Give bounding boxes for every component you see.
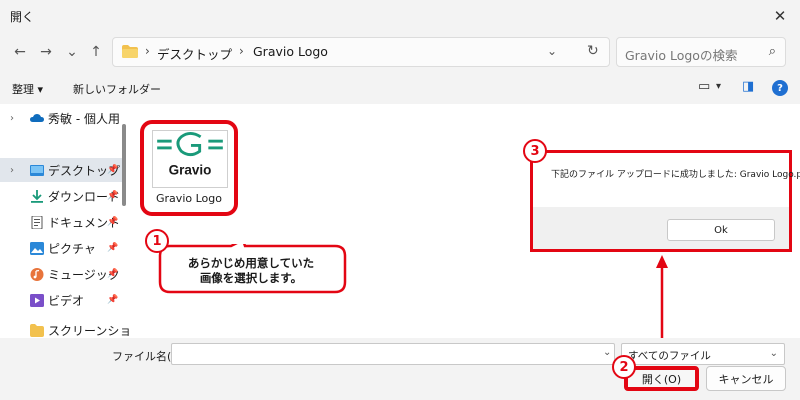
breadcrumb-gravio-logo[interactable]: Gravio Logo [253,44,328,59]
forward-icon[interactable]: → [36,42,56,62]
callout-1: あらかじめ用意していた 画像を選択します。 [155,244,347,294]
cancel-button[interactable]: キャンセル [706,366,786,391]
message-footer: Ok [533,207,789,249]
download-icon [31,189,43,203]
organize-button[interactable]: 整理 ▾ [12,81,43,97]
search-input[interactable]: Gravio Logoの検索 ⌕ [616,37,786,67]
pin-icon: 📌 [107,217,119,227]
folder-icon [122,45,138,58]
callout-1-line-1: あらかじめ用意していた [187,256,315,270]
up-icon[interactable]: ↑ [86,42,106,62]
sidebar-item-desktop[interactable]: › デスクトップ 📌 [0,158,122,182]
search-placeholder: Gravio Logoの検索 [625,48,738,63]
help-icon[interactable]: ? [772,80,788,96]
upload-success-dialog: 下記のファイル アップロードに成功しました: Gravio Logo.png O… [530,150,800,252]
message-text: 下記のファイル アップロードに成功しました: Gravio Logo.png [551,170,800,180]
sidebar-item-music[interactable]: ミュージック 📌 [0,262,122,286]
sidebar-item-downloads[interactable]: ダウンロード 📌 [0,184,122,208]
sidebar-item-videos[interactable]: ビデオ 📌 [0,288,122,312]
sidebar-item-label: 秀敏 - 個人用 [48,111,120,126]
callout-1-line-2: 画像を選択します。 [199,271,303,285]
gravio-logo-image: Gravio [157,131,223,177]
preview-pane-icon[interactable]: ◨ [742,79,754,94]
filetype-value: すべてのファイル [628,350,711,362]
sidebar-item-documents[interactable]: ドキュメント 📌 [0,210,122,234]
ok-button[interactable]: Ok [667,219,775,241]
chevron-right-icon[interactable]: › [10,113,14,124]
filename-input[interactable] [171,343,615,365]
callout-1-text: あらかじめ用意していた 画像を選択します。 [155,256,347,286]
callout-2-number: 2 [612,355,636,379]
recent-locations-icon[interactable]: ⌄ [62,42,82,62]
pin-icon: 📌 [107,165,119,175]
view-dropdown-icon[interactable]: ▾ [716,81,721,92]
callout-3-number: 3 [523,139,547,163]
filetype-select[interactable]: すべてのファイル ⌄ [621,343,785,365]
file-name: Gravio Logo [156,192,222,205]
navigation-pane: › 秀敏 - 個人用 › デスクトップ 📌 ダウンロード 📌 ドキュメント 📌 … [0,104,130,338]
navigation-bar: ← → ⌄ ↑ › デスクトップ › Gravio Logo ⌄ ↻ Gravi… [0,32,800,72]
address-bar[interactable]: › デスクトップ › Gravio Logo ⌄ ↻ [112,37,610,67]
sidebar-item-onedrive[interactable]: › 秀敏 - 個人用 [0,106,122,130]
pin-icon: 📌 [107,295,119,305]
file-thumbnail: Gravio [152,130,228,188]
filename-dropdown-icon[interactable]: ⌄ [603,347,611,358]
command-bar: 整理 ▾ 新しいフォルダー ▭ ▾ ◨ ? [0,72,800,104]
sidebar-item-label: ピクチャ [48,241,96,256]
sidebar-item-pictures[interactable]: ピクチャ 📌 [0,236,122,260]
address-dropdown-icon[interactable]: ⌄ [547,44,557,58]
breadcrumb-separator: › [145,44,150,58]
pin-icon: 📌 [107,191,119,201]
document-icon [31,215,43,229]
message-body: 下記のファイル アップロードに成功しました: Gravio Logo.png [533,153,800,207]
refresh-icon[interactable]: ↻ [587,43,599,59]
logo-wordmark: Gravio [169,162,212,177]
pictures-icon [30,241,44,255]
sidebar-item-label: ビデオ [48,293,85,308]
cloud-icon [30,113,44,122]
view-icon[interactable]: ▭ [698,79,710,94]
open-file-dialog: 開く ✕ ← → ⌄ ↑ › デスクトップ › Gravio Logo ⌄ ↻ … [0,0,800,400]
file-item-gravio-logo[interactable]: Gravio Gravio Logo [140,120,238,216]
chevron-right-icon[interactable]: › [10,165,14,176]
window-title: 開く [10,10,35,24]
pin-icon: 📌 [107,269,119,279]
close-button[interactable]: ✕ [760,0,800,32]
sidebar-scrollbar[interactable] [122,124,126,206]
callout-1-number: 1 [145,229,169,253]
title-bar: 開く ✕ [0,0,800,32]
folder-icon [30,323,44,337]
new-folder-button[interactable]: 新しいフォルダー [73,81,161,97]
chevron-down-icon[interactable]: ⌄ [770,348,778,359]
back-icon[interactable]: ← [10,42,30,62]
breadcrumb-desktop[interactable]: デスクトップ [157,44,232,63]
sidebar-item-screenshots[interactable]: スクリーンショット [0,318,130,338]
breadcrumb-separator: › [239,44,244,58]
search-icon[interactable]: ⌕ [769,44,776,59]
pin-icon: 📌 [107,243,119,253]
video-icon [30,293,44,307]
sidebar-item-label: スクリーンショット [48,323,130,338]
music-icon [30,267,44,281]
desktop-icon [30,164,44,176]
bottom-bar: ファイル名(N): ⌄ すべてのファイル ⌄ 開く(O) キャンセル [0,338,800,400]
